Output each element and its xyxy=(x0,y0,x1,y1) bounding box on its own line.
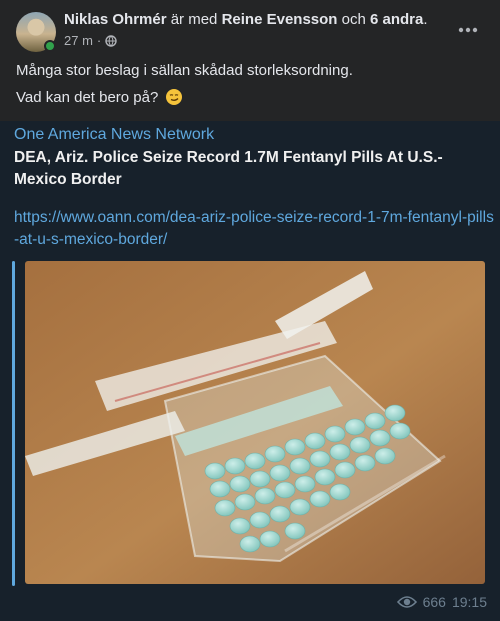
eye-icon xyxy=(396,596,417,608)
view-count: 666 xyxy=(422,594,446,610)
post-meta: 27 m · xyxy=(64,33,117,48)
author-name[interactable]: Niklas Ohrmér xyxy=(64,11,167,28)
post-text-line-1: Många stor beslag i sällan skådad storle… xyxy=(16,62,353,79)
telegram-message: One America News Network DEA, Ariz. Poli… xyxy=(0,121,500,621)
post-header: Niklas Ohrmér är med Reine Evensson och … xyxy=(64,11,428,28)
post-time[interactable]: 27 m xyxy=(64,33,93,48)
more-options-button[interactable] xyxy=(456,18,480,42)
smirk-emoji-icon xyxy=(165,89,182,105)
post-text-line-2: Vad kan det bero på? xyxy=(16,89,182,106)
message-footer: 666 19:15 xyxy=(396,594,487,610)
facebook-post-card: Niklas Ohrmér är med Reine Evensson och … xyxy=(0,0,500,121)
preview-title[interactable]: DEA, Ariz. Police Seize Record 1.7M Fent… xyxy=(14,147,490,191)
others-link[interactable]: 6 andra xyxy=(370,11,423,28)
tagged-person[interactable]: Reine Evensson xyxy=(222,11,338,28)
article-url-link[interactable]: https://www.oann.com/dea-ariz-police-sei… xyxy=(14,207,494,251)
online-status-dot xyxy=(44,40,56,52)
and-text: och xyxy=(341,11,366,28)
header-period: . xyxy=(423,11,428,28)
preview-photo[interactable] xyxy=(25,261,485,584)
with-text: är med xyxy=(170,11,218,28)
meta-separator: · xyxy=(96,33,102,48)
message-time: 19:15 xyxy=(451,594,487,610)
more-dots-icon xyxy=(458,27,478,33)
post-text-question: Vad kan det bero på? xyxy=(16,89,159,106)
preview-site-name[interactable]: One America News Network xyxy=(14,126,214,144)
globe-icon xyxy=(105,34,117,47)
preview-accent-bar xyxy=(12,261,15,586)
